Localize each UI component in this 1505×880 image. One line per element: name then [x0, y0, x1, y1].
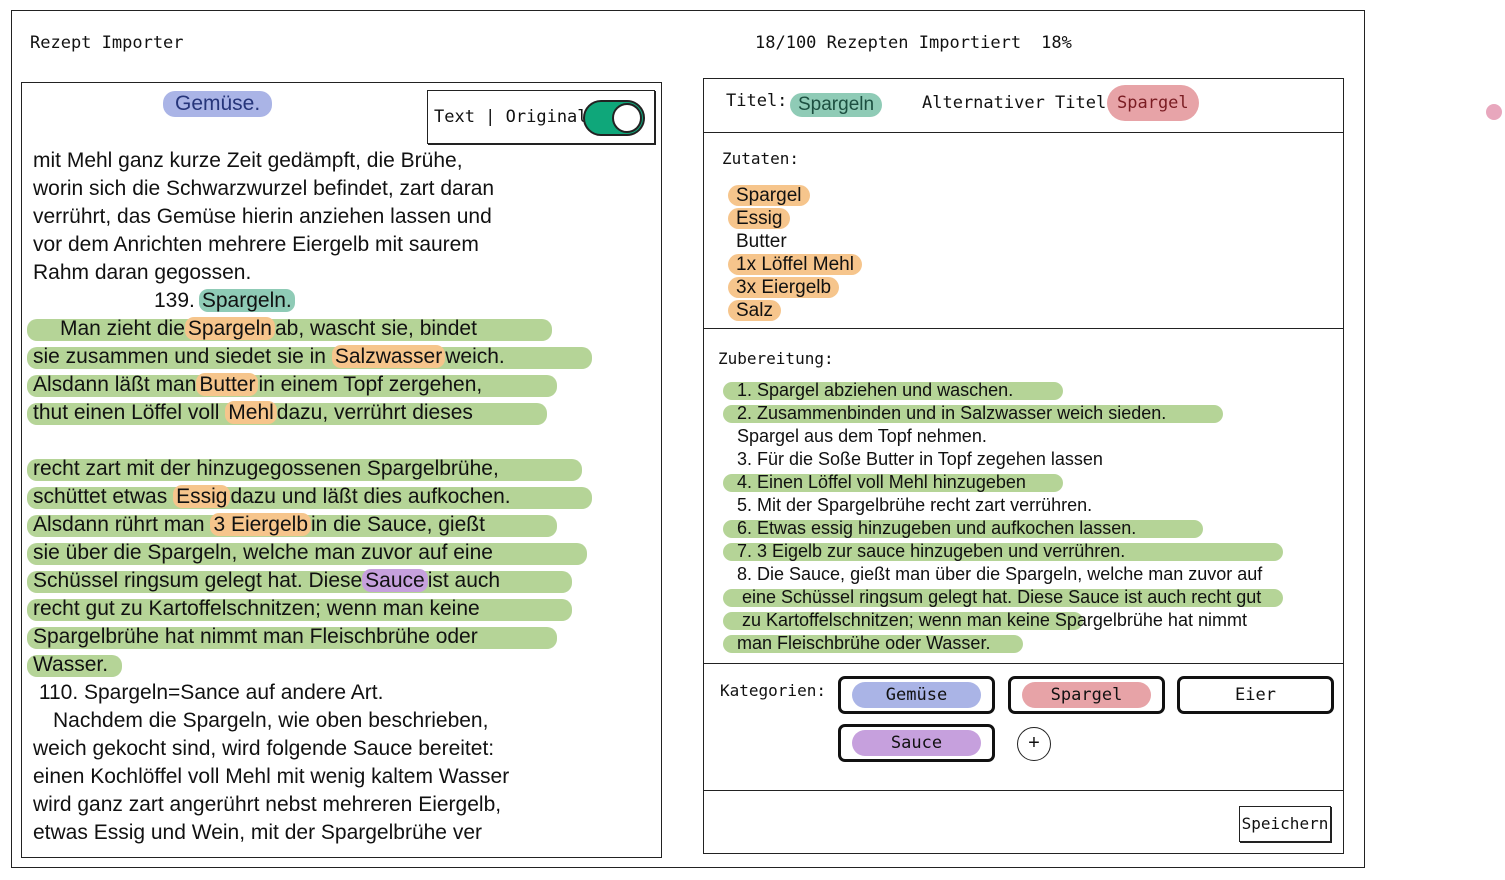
- text-line: Wasser.: [27, 651, 653, 679]
- text-line: Man zieht die Spargeln ab, wascht sie, bin…: [27, 315, 653, 343]
- category-chip-eier[interactable]: Eier: [1177, 676, 1334, 714]
- text-line: weich gekocht sind, wird folgende Sauce …: [33, 737, 495, 760]
- text-line: Spargelbrühe hat nimmt man Fleischbrühe …: [27, 623, 653, 651]
- preparation-step[interactable]: 5. Mit der Spargelbrühe recht zart verrü…: [737, 494, 1327, 517]
- recipe-heading-line: 139. Spargeln.: [33, 287, 653, 315]
- text-line: sie zusammen und siedet sie in Salzwasse…: [27, 343, 653, 371]
- preparation-step[interactable]: 7. 3 Eigelb zur sauce hinzugeben und ver…: [723, 540, 1327, 563]
- preparation-step[interactable]: 8. Die Sauce, gießt man über die Spargel…: [737, 563, 1327, 586]
- text-line: etwas Essig und Wein, mit der Spargelbrü…: [33, 821, 482, 844]
- text-line: worin sich die Schwarzwurzel befindet, z…: [33, 177, 495, 200]
- toggle-label: Text | Original: [434, 107, 588, 127]
- text-line: thut einen Löffel voll Mehl dazu, verrühr…: [27, 399, 653, 427]
- preparation-list: 1. Spargel abziehen und waschen. 2. Zusa…: [723, 379, 1327, 655]
- ingredient-highlight[interactable]: Salzwasser: [331, 345, 446, 368]
- text-line: einen Kochlöffel voll Mehl mit wenig kal…: [33, 765, 510, 788]
- text-line: vor dem Anrichten mehrere Eiergelb mit s…: [33, 233, 479, 256]
- text-line: sie über die Spargeln, welche man zuvor …: [27, 539, 653, 567]
- preparation-label: Zubereitung:: [718, 349, 834, 368]
- ingredient-item[interactable]: Spargel: [728, 184, 862, 207]
- alt-title-value[interactable]: Spargel: [1107, 85, 1199, 121]
- ingredients-list: Spargel Essig Butter 1x Löffel Mehl 3x E…: [728, 184, 862, 322]
- title-section: Titel: Spargeln Alternativer Titel: Spar…: [704, 79, 1343, 133]
- text-line: mit Mehl ganz kurze Zeit gedämpft, die B…: [33, 149, 463, 172]
- ingredient-highlight[interactable]: Butter: [196, 373, 259, 396]
- progress-percent: 18%: [1041, 33, 1072, 53]
- recipe-form-panel: Titel: Spargeln Alternativer Titel: Spar…: [703, 78, 1344, 854]
- text-line: Nachdem die Spargeln, wie oben beschrieb…: [53, 709, 489, 732]
- preparation-step[interactable]: 3. Für die Soße Butter in Topf zegehen l…: [737, 448, 1327, 471]
- preparation-section: Zubereitung: 1. Spargel abziehen und was…: [704, 329, 1343, 664]
- text-line: wird ganz zart angerührt nebst mehreren …: [33, 793, 502, 816]
- alt-title-label: Alternativer Titel:: [922, 93, 1117, 113]
- preparation-step[interactable]: 1. Spargel abziehen und waschen.: [723, 379, 1327, 402]
- preparation-step[interactable]: 2. Zusammenbinden und in Salzwasser weic…: [723, 402, 1327, 425]
- ingredient-highlight[interactable]: Spargeln: [184, 317, 275, 340]
- preparation-step[interactable]: 6. Etwas essig hinzugeben und aufkochen …: [723, 517, 1327, 540]
- ingredient-highlight[interactable]: 3 Eiergelb: [210, 513, 311, 536]
- text-line: 110. Spargeln=Sance auf andere Art.: [33, 681, 384, 704]
- categories-label: Kategorien:: [720, 681, 826, 700]
- add-category-button[interactable]: +: [1017, 727, 1051, 761]
- category-chip-sauce[interactable]: Sauce: [838, 724, 995, 762]
- text-line: Alsdann rührt man 3 Eiergelb in die Sauce…: [27, 511, 653, 539]
- toggle-knob: [612, 103, 642, 133]
- source-text-panel: Gemüse. Text | Original mit Mehl ganz ku…: [21, 82, 662, 858]
- text-line: Rahm daran gegossen.: [33, 261, 252, 284]
- text-line: Schüssel ringsum gelegt hat. Diese Sauce i…: [27, 567, 653, 595]
- ingredient-item[interactable]: 1x Löffel Mehl: [728, 253, 862, 276]
- preparation-step[interactable]: 4. Einen Löffel voll Mehl hinzugeben: [723, 471, 1327, 494]
- cursor-dot: [1486, 104, 1502, 120]
- category-highlight[interactable]: Sauce: [362, 569, 428, 592]
- categories-section: Kategorien: Gemüse Spargel Eier Sauce +: [704, 664, 1343, 791]
- source-category-badge: Gemüse.: [163, 91, 273, 117]
- ingredient-highlight[interactable]: Mehl: [225, 401, 277, 424]
- ingredient-item[interactable]: Butter: [734, 230, 862, 253]
- category-chip-gemuese[interactable]: Gemüse: [838, 676, 995, 714]
- view-toggle-box: Text | Original: [427, 90, 655, 144]
- app-title: Rezept Importer: [30, 33, 184, 53]
- category-chip-spargel[interactable]: Spargel: [1008, 676, 1165, 714]
- text-line: recht gut zu Kartoffelschnitzen; wenn ma…: [27, 595, 653, 623]
- progress-count: 18/100 Rezepten Importiert: [755, 33, 1022, 53]
- title-label: Titel:: [726, 91, 788, 111]
- preparation-step[interactable]: zu Kartoffelschnitzen; wenn man keine Sp…: [723, 609, 1327, 632]
- title-value[interactable]: Spargeln: [790, 93, 883, 117]
- source-text: mit Mehl ganz kurze Zeit gedämpft, die B…: [27, 147, 653, 847]
- ingredients-section: Zutaten: Spargel Essig Butter 1x Löffel …: [704, 133, 1343, 329]
- text-line: verrührt, das Gemüse hierin anziehen las…: [33, 205, 492, 228]
- save-button[interactable]: Speichern: [1239, 806, 1331, 842]
- preparation-step[interactable]: man Fleischbrühe oder Wasser.: [723, 632, 1327, 655]
- recipe-heading-highlight[interactable]: Spargeln.: [198, 289, 295, 312]
- preparation-step[interactable]: eine Schüssel ringsum gelegt hat. Diese …: [723, 586, 1327, 609]
- text-line: schüttet etwas Essig dazu und läßt dies a…: [27, 483, 653, 511]
- text-original-toggle[interactable]: [583, 100, 645, 136]
- ingredients-label: Zutaten:: [722, 149, 800, 168]
- text-line: recht zart mit der hinzugegossenen Sparg…: [27, 455, 653, 483]
- ingredient-highlight[interactable]: Essig: [173, 485, 231, 508]
- ingredient-item[interactable]: 3x Eiergelb: [728, 276, 862, 299]
- text-line: Alsdann läßt man Butter in einem Topf zerg…: [27, 371, 653, 399]
- preparation-step[interactable]: Spargel aus dem Topf nehmen.: [737, 425, 1327, 448]
- ingredient-item[interactable]: Essig: [728, 207, 862, 230]
- ingredient-item[interactable]: Salz: [728, 299, 862, 322]
- import-progress: 18/100 Rezepten Importiert 18%: [755, 33, 1092, 53]
